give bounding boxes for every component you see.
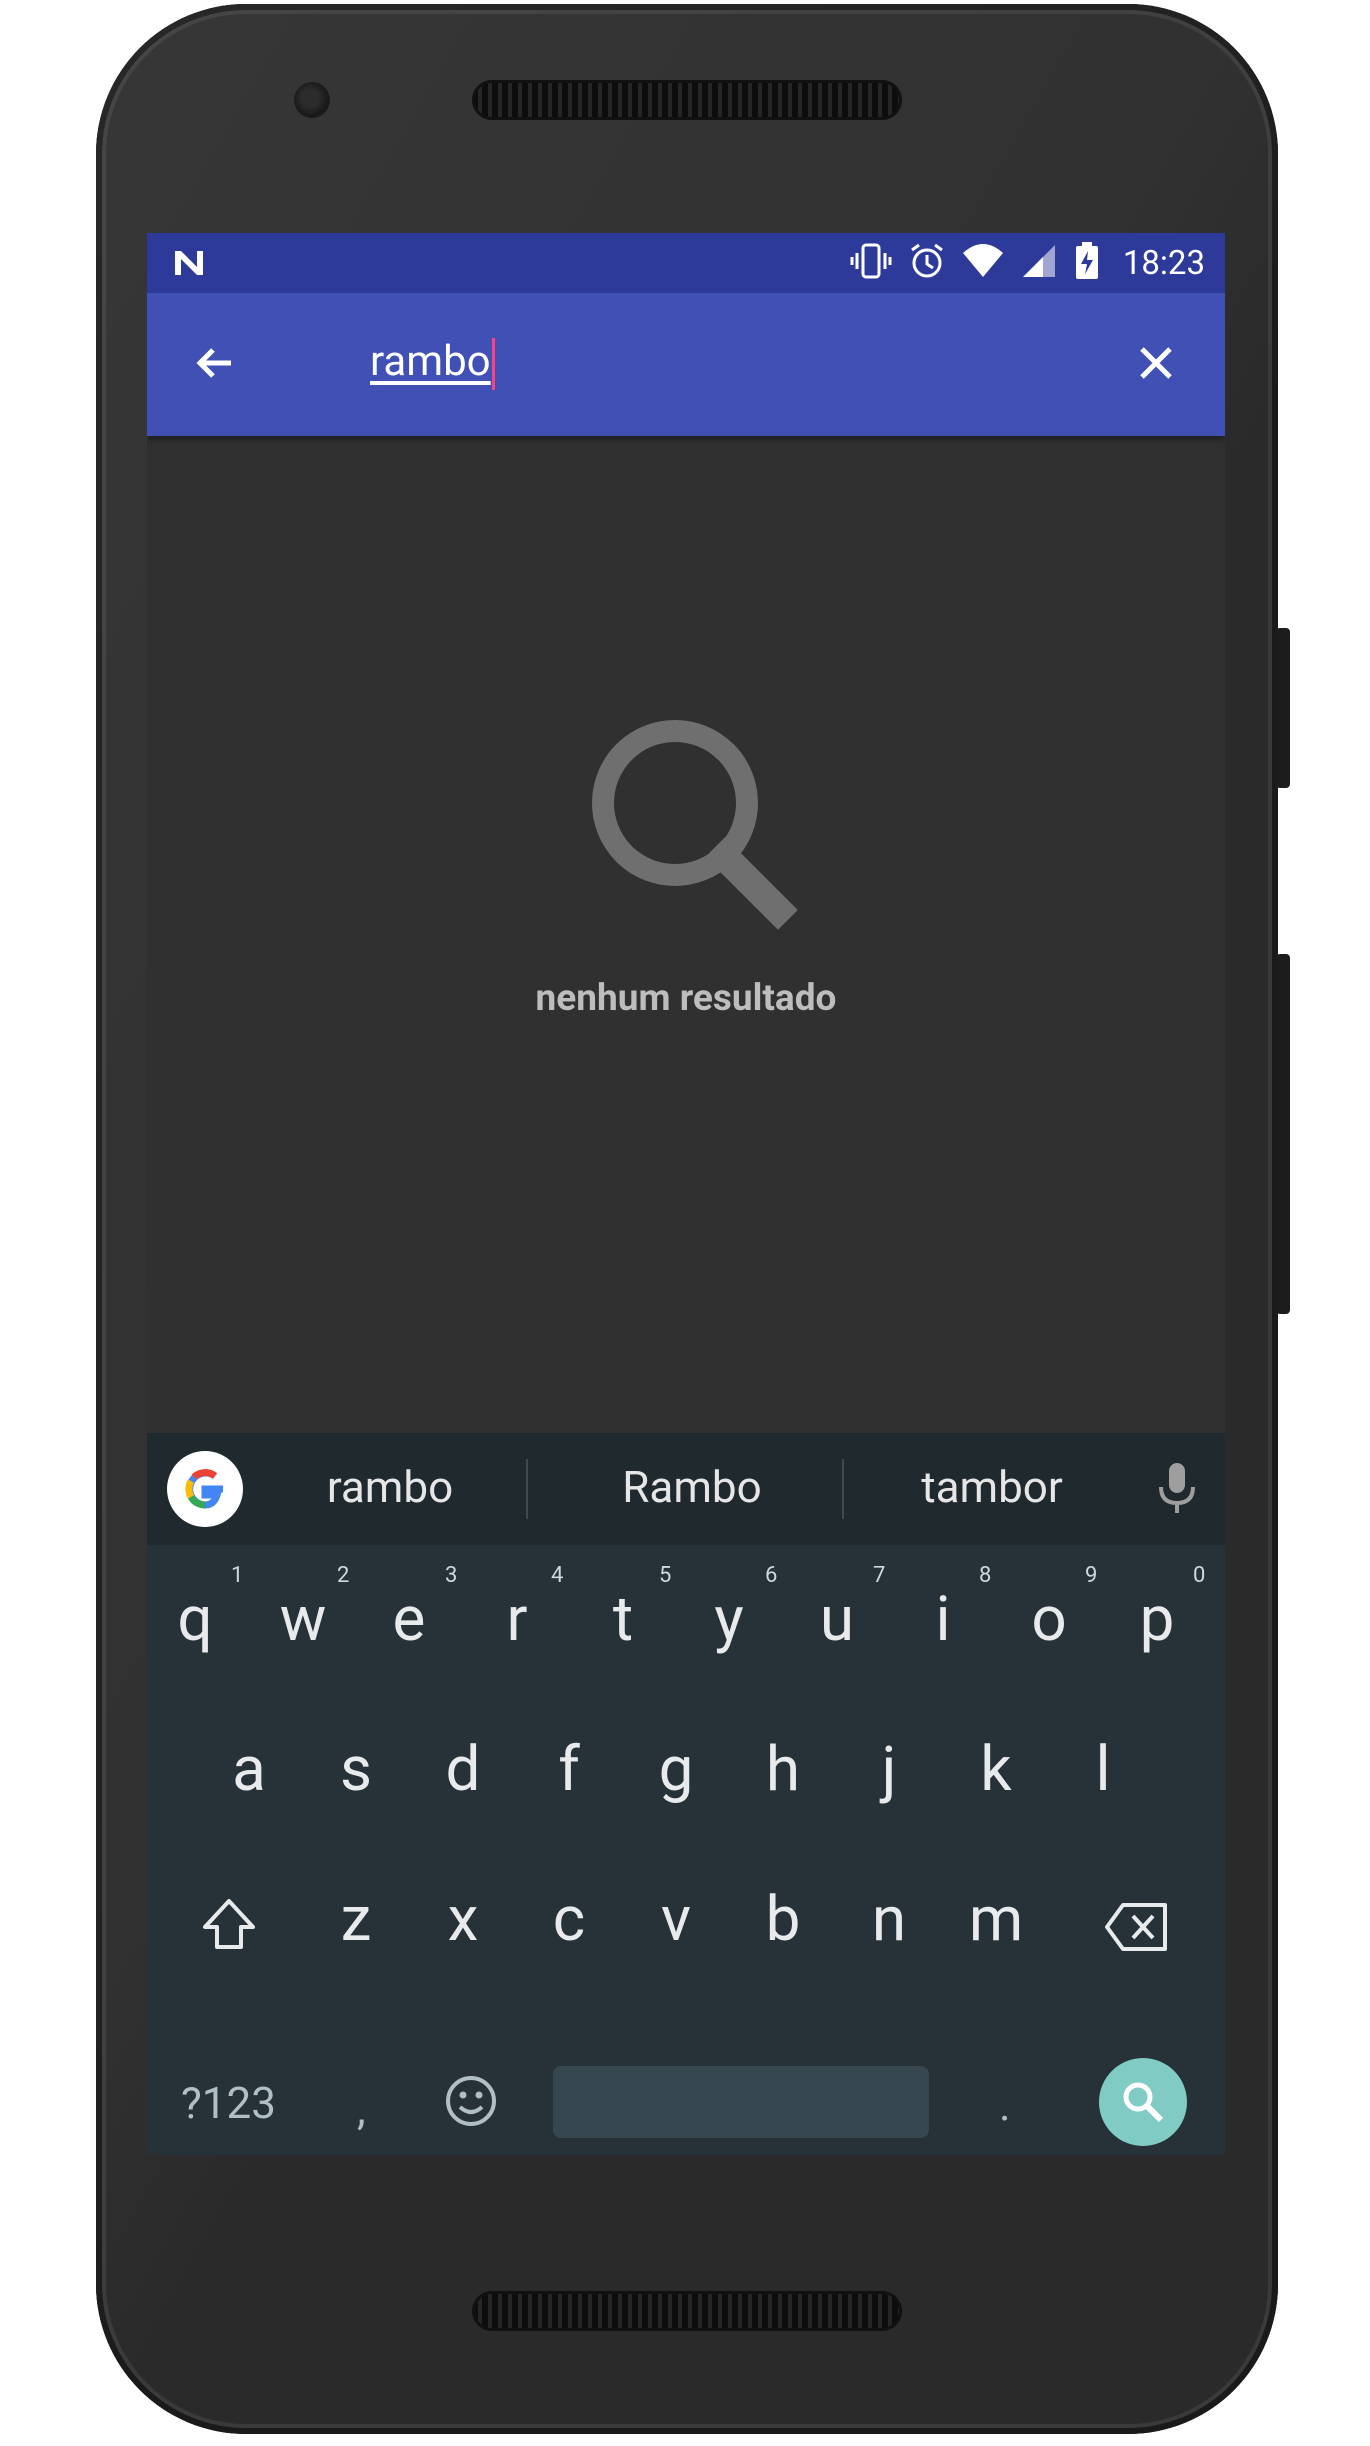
microphone-icon[interactable] bbox=[1157, 1461, 1197, 1517]
symbols-key[interactable]: ?123 bbox=[181, 2077, 276, 2129]
key-e[interactable]: e bbox=[359, 1583, 459, 1656]
empty-state-message: nenhum resultado bbox=[535, 977, 837, 1020]
search-query: rambo bbox=[370, 337, 491, 386]
key-x[interactable]: x bbox=[413, 1883, 513, 1956]
key-l[interactable]: l bbox=[1053, 1733, 1153, 1806]
soft-keyboard: rambo Rambo tambor q w e r t y u i o p 1… bbox=[147, 1433, 1225, 2155]
key-q[interactable]: q bbox=[147, 1583, 245, 1656]
top-speaker bbox=[472, 80, 902, 120]
period-key[interactable]: . bbox=[999, 2079, 1011, 2131]
text-caret bbox=[491, 337, 495, 390]
status-icons: 18:23 bbox=[849, 233, 1205, 293]
key-y[interactable]: y bbox=[679, 1583, 779, 1656]
back-arrow-icon[interactable] bbox=[191, 339, 239, 387]
battery-charging-icon bbox=[1073, 241, 1101, 285]
key-b[interactable]: b bbox=[733, 1883, 833, 1956]
key-hint-1: 1 bbox=[231, 1563, 244, 1588]
key-m[interactable]: m bbox=[946, 1883, 1046, 1956]
key-u[interactable]: u bbox=[787, 1583, 887, 1656]
key-g[interactable]: g bbox=[626, 1733, 726, 1806]
key-v[interactable]: v bbox=[626, 1883, 726, 1956]
key-s[interactable]: s bbox=[306, 1733, 406, 1806]
suggestion-divider bbox=[842, 1459, 844, 1519]
key-z[interactable]: z bbox=[306, 1883, 406, 1956]
signal-icon bbox=[1019, 241, 1059, 285]
power-button bbox=[1276, 628, 1290, 788]
search-icon bbox=[1119, 2078, 1167, 2130]
front-camera bbox=[294, 82, 330, 118]
comma-key[interactable]: , bbox=[357, 2083, 366, 2135]
status-bar: 18:23 bbox=[147, 233, 1225, 293]
close-icon[interactable] bbox=[1132, 339, 1180, 387]
search-input[interactable]: rambo bbox=[370, 337, 495, 390]
space-key[interactable] bbox=[553, 2066, 929, 2138]
suggestion-2[interactable]: Rambo bbox=[562, 1461, 822, 1513]
key-c[interactable]: c bbox=[519, 1883, 619, 1956]
key-a[interactable]: a bbox=[199, 1733, 299, 1806]
key-hint-3: 3 bbox=[445, 1563, 458, 1588]
key-hint-7: 7 bbox=[873, 1563, 886, 1588]
key-hint-9: 9 bbox=[1085, 1563, 1098, 1588]
key-o[interactable]: o bbox=[999, 1583, 1099, 1656]
suggestion-1[interactable]: rambo bbox=[260, 1461, 520, 1513]
search-key[interactable] bbox=[1099, 2058, 1187, 2146]
key-hint-5: 5 bbox=[659, 1563, 672, 1588]
suggestion-divider bbox=[526, 1459, 528, 1519]
alarm-icon bbox=[907, 241, 947, 285]
google-g-icon[interactable] bbox=[167, 1451, 243, 1527]
wifi-icon bbox=[961, 241, 1005, 285]
key-hint-2: 2 bbox=[337, 1563, 350, 1588]
notification-n-icon bbox=[171, 245, 207, 285]
key-r[interactable]: r bbox=[467, 1583, 567, 1656]
key-hint-6: 6 bbox=[765, 1563, 778, 1588]
key-w[interactable]: w bbox=[253, 1583, 353, 1656]
key-h[interactable]: h bbox=[733, 1733, 833, 1806]
bottom-speaker bbox=[472, 2291, 902, 2331]
key-hint-8: 8 bbox=[979, 1563, 992, 1588]
key-n[interactable]: n bbox=[839, 1883, 939, 1956]
screen: 18:23 rambo nenhum resultado r a m bo Rambo… bbox=[147, 233, 1225, 2155]
key-hint-0: 0 bbox=[1193, 1563, 1206, 1588]
key-j[interactable]: j bbox=[839, 1733, 939, 1806]
key-f[interactable]: f bbox=[519, 1733, 619, 1806]
status-time: 18:23 bbox=[1122, 243, 1205, 283]
key-d[interactable]: d bbox=[413, 1733, 513, 1806]
search-icon bbox=[570, 705, 810, 945]
key-hint-4: 4 bbox=[551, 1563, 564, 1588]
suggestion-3[interactable]: tambor bbox=[862, 1461, 1122, 1513]
key-i[interactable]: i bbox=[893, 1583, 993, 1656]
search-toolbar: rambo bbox=[147, 293, 1225, 436]
key-t[interactable]: t bbox=[573, 1583, 673, 1656]
key-k[interactable]: k bbox=[946, 1733, 1046, 1806]
key-p[interactable]: p bbox=[1107, 1583, 1207, 1656]
emoji-icon[interactable] bbox=[443, 2073, 499, 2133]
suggestion-strip: rambo Rambo tambor bbox=[147, 1433, 1225, 1545]
vibrate-icon bbox=[849, 241, 893, 285]
shift-icon[interactable] bbox=[199, 1895, 259, 1959]
volume-button bbox=[1276, 954, 1290, 1314]
backspace-icon[interactable] bbox=[1103, 1901, 1171, 1957]
